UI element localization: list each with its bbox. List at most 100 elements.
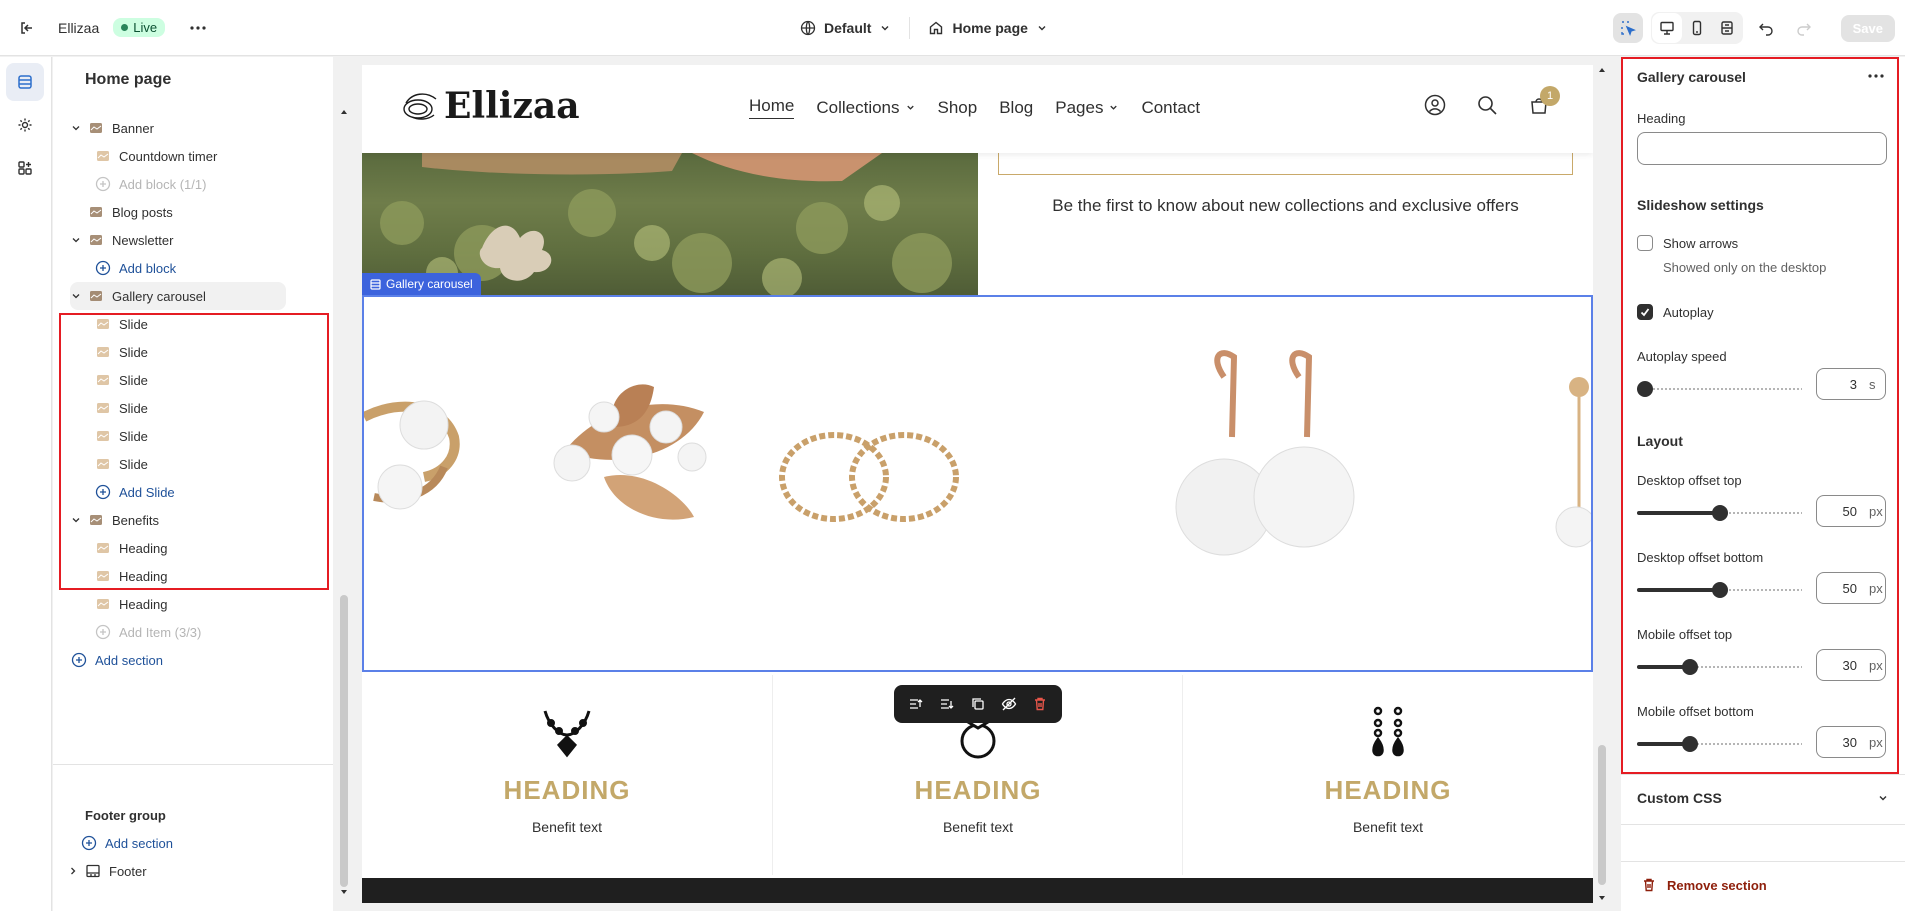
mobile-icon [1692,20,1701,36]
slide-pearl-earrings[interactable] [1175,350,1355,556]
nav-contact[interactable]: Contact [1141,96,1200,119]
sidebar-title: Home page [85,71,172,88]
store-header: Ellizaa Home Collections Shop Blog Pages Cont… [362,65,1593,153]
fullscreen-view-button[interactable] [1712,13,1742,43]
sidebar-item-label: Countdown timer [119,148,218,164]
chevron-down-icon [1879,796,1887,801]
apps-nav-button[interactable] [6,149,44,187]
topbar-divider [909,17,911,39]
hide-icon[interactable] [1001,696,1017,712]
exit-icon[interactable] [18,19,36,37]
desktop-view-button[interactable] [1651,13,1682,43]
chevron-down-icon[interactable] [70,234,82,246]
sidebar-item-label: Add block [119,260,177,276]
store-logo[interactable]: Ellizaa [400,85,580,127]
store-logo-text: Ellizaa [444,85,580,127]
footer-add-section[interactable]: Add section [81,829,173,857]
inspector-button[interactable] [1612,13,1643,43]
custom-css-label: Custom CSS [1637,790,1722,806]
delete-icon[interactable] [1032,696,1048,712]
topbar-right: Save [1612,0,1905,56]
sidebar-item-blog-posts[interactable]: Blog posts [70,198,173,226]
desktop-icon [1659,21,1674,35]
topbar-center: Default Home page [800,0,1048,56]
settings-nav-button[interactable] [6,106,44,144]
duplicate-icon[interactable] [970,696,986,712]
sidebar-item-label: Banner [112,120,154,136]
chevron-down-icon[interactable] [70,290,82,302]
nav-label: Pages [1055,97,1104,117]
sidebar-item-heading[interactable]: Heading [95,590,167,618]
redo-icon [1796,23,1811,36]
slide-ring[interactable] [362,400,460,510]
section-toolbar [894,685,1062,723]
slide-twist-rings[interactable] [779,432,959,522]
nav-blog[interactable]: Blog [999,96,1033,119]
benefit-text: Benefit text [942,819,1014,835]
gallery-tree-highlight [59,313,329,590]
nav-shop[interactable]: Shop [938,96,978,119]
blog-icon [90,207,102,217]
custom-css-toggle[interactable]: Custom CSS [1637,790,1889,806]
undo-button[interactable] [1751,13,1781,43]
preview-canvas[interactable]: Ellizaa Home Collections Shop Blog Pages Cont… [362,65,1593,903]
benefit-item[interactable]: HEADING Benefit text [362,675,772,875]
plus-circle-icon [95,176,111,192]
nav-label: Shop [937,97,978,117]
gallery-icon [90,291,102,301]
nav-home[interactable]: Home [749,96,795,119]
benefit-item[interactable]: HEADING Benefit text [1182,675,1592,875]
theme-select[interactable]: Default [800,20,891,36]
chevron-down-icon [1038,26,1046,31]
device-toggle [1650,12,1743,44]
cart-count-badge: 1 [1540,86,1560,106]
sidebar-item-newsletter[interactable]: Newsletter [70,226,173,254]
top-bar: Ellizaa Live Default Home page Save [0,0,1905,56]
footer-group-label: Footer group [85,807,166,823]
gallery-carousel[interactable] [362,295,1593,672]
nav-pages[interactable]: Pages [1055,96,1119,119]
plus-circle-icon [95,624,111,640]
page-select[interactable]: Home page [928,20,1047,36]
move-up-icon[interactable] [908,696,924,712]
sidebar-item-add-section[interactable]: Add section [71,646,163,674]
account-icon[interactable] [1424,94,1446,116]
gallery-section-label-text: Gallery carousel [386,277,473,291]
nav-collections[interactable]: Collections [816,96,915,119]
sidebar-item-countdown-timer[interactable]: Countdown timer [95,142,217,170]
sidebar-item-footer[interactable]: Footer [67,857,147,885]
home-icon [930,21,943,35]
slide-leaf-brooch[interactable] [553,384,707,520]
plus-circle-icon [95,260,111,276]
remove-section-button[interactable]: Remove section [1641,877,1767,893]
save-button[interactable]: Save [1840,14,1895,42]
timer-icon [97,151,109,161]
more-icon[interactable] [189,19,207,37]
gallery-section-label[interactable]: Gallery carousel [362,273,481,295]
chevron-down-icon[interactable] [70,122,82,134]
footer-icon [86,864,100,878]
slide-drop-earring[interactable] [1555,377,1593,548]
earrings-icon [1360,705,1416,764]
footer-group-title: Footer group [85,801,166,829]
status-badge-label: Live [133,20,158,35]
search-icon[interactable] [1476,94,1498,116]
sections-nav-button[interactable] [6,63,44,101]
nav-label: Blog [999,97,1034,117]
preview-scrollbar[interactable] [1596,65,1608,903]
mobile-view-button[interactable] [1682,13,1712,43]
chevron-down-icon [906,105,914,110]
banner-icon [90,123,102,133]
redo-button[interactable] [1789,13,1819,43]
sidebar-item-label: Add Item (3/3) [119,624,202,640]
move-down-icon[interactable] [939,696,955,712]
gear-icon [18,118,32,132]
sidebar-item-banner[interactable]: Banner [70,114,154,142]
chevron-down-icon [1110,105,1118,110]
store-nav: Home Collections Shop Blog Pages Contact [749,96,1200,119]
settings-divider [1621,861,1905,862]
sidebar-item-gallery-carousel[interactable]: Gallery carousel [70,282,286,310]
sidebar-item-add-block[interactable]: Add block [95,254,176,282]
sidebar-scrollbar[interactable] [338,107,350,897]
fullscreen-icon [1720,21,1733,35]
